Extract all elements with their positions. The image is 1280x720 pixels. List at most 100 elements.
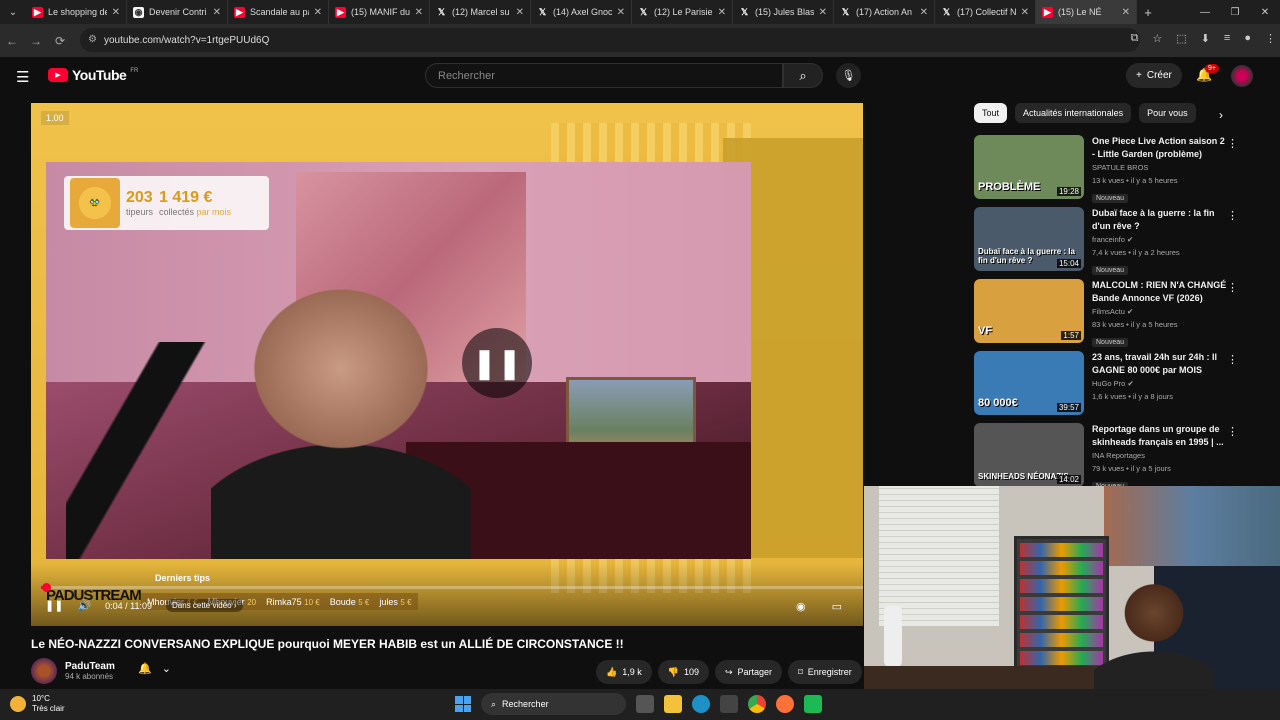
back-icon[interactable]: ← (0, 34, 24, 48)
channel-name[interactable]: HuGo Pro (1092, 379, 1125, 388)
save-button[interactable]: ⌑ Enregistrer (788, 660, 862, 684)
task-view-icon[interactable] (636, 695, 654, 713)
browser-tab[interactable]: ▶ Scandale au pa ✕ (228, 0, 329, 24)
taskbar-search[interactable]: ⌕ Rechercher (481, 693, 626, 715)
reload-icon[interactable]: ⟳ (48, 34, 72, 48)
tab-close-icon[interactable]: ✕ (1122, 7, 1130, 18)
voice-search-button[interactable]: 🎙 (836, 63, 861, 88)
subtitles-icon[interactable]: ▭ (832, 600, 842, 613)
weather-widget[interactable]: 10°C Très clair (10, 694, 65, 714)
account-avatar[interactable] (1231, 65, 1253, 87)
file-explorer-icon[interactable] (664, 695, 682, 713)
search-button[interactable]: ⌕ (783, 63, 823, 88)
browser-tab[interactable]: ▶ (15) MANIF du ✕ (329, 0, 430, 24)
channel-avatar[interactable] (31, 658, 57, 684)
store-icon[interactable] (720, 695, 738, 713)
browser-tab[interactable]: ▶ Le shopping de ✕ (26, 0, 127, 24)
video-player[interactable]: 1.00 🥸 203 tipeurs 1 419 € collectés par… (31, 103, 863, 626)
more-options-icon[interactable]: ⋮ (1227, 425, 1238, 438)
tab-close-icon[interactable]: ✕ (314, 7, 322, 18)
channel-name[interactable]: FilmsActu (1092, 307, 1125, 316)
site-info-icon[interactable]: ⚙ (88, 34, 97, 45)
channel-name[interactable]: PaduTeam (65, 661, 115, 672)
video-thumbnail[interactable]: PROBLÈME 19:28 (974, 135, 1084, 199)
video-thumbnail[interactable]: Dubaï face à la guerre : la fin d'un rêv… (974, 207, 1084, 271)
chrome-icon[interactable] (748, 695, 766, 713)
tab-close-icon[interactable]: ✕ (920, 7, 928, 18)
recommendation-title[interactable]: MALCOLM : RIEN N'A CHANGÉ Bande Annonce … (1092, 279, 1227, 305)
video-thumbnail[interactable]: SKINHEADS NÉONAZIS 14:02 (974, 423, 1084, 487)
browser-tab[interactable]: 𝕏 (17) Action An ✕ (834, 0, 935, 24)
install-icon[interactable]: ⧉ (1131, 32, 1139, 45)
windows-start-icon[interactable] (455, 696, 471, 712)
new-tab-button[interactable]: + (1137, 5, 1159, 20)
browser-tab[interactable]: 𝕏 (17) Collectif N ✕ (935, 0, 1036, 24)
browser-tab[interactable]: 𝕏 (15) Jules Blast ✕ (733, 0, 834, 24)
recommendation-title[interactable]: 23 ans, travail 24h sur 24h : Il GAGNE 8… (1092, 351, 1227, 377)
play-pause-button[interactable]: ❚❚ (45, 599, 63, 612)
close-window-icon[interactable]: ✕ (1250, 7, 1280, 18)
browser-tab[interactable]: ▶ (15) Le NÉ ✕ (1036, 0, 1137, 24)
progress-bar[interactable] (41, 583, 863, 592)
dislike-button[interactable]: 👎 109 (657, 660, 709, 684)
more-options-icon[interactable]: ⋮ (1227, 281, 1238, 294)
browser-tab[interactable]: 𝕏 (14) Axel Gnoc ✕ (531, 0, 632, 24)
center-pause-button[interactable]: ❚❚ (462, 328, 532, 398)
more-options-icon[interactable]: ⋮ (1227, 209, 1238, 222)
like-button[interactable]: 👍 1,9 k (596, 660, 652, 684)
more-options-icon[interactable]: ⋮ (1227, 353, 1238, 366)
edge-icon[interactable] (692, 695, 710, 713)
channel-name[interactable]: INA Reportages (1092, 451, 1145, 460)
download-icon[interactable]: ⬇ (1201, 32, 1210, 45)
tab-search-icon[interactable]: ⌄ (0, 0, 26, 24)
extensions-icon[interactable]: ⬚ (1176, 32, 1186, 45)
menu-icon[interactable]: ⋮ (1265, 32, 1276, 45)
hamburger-menu-icon[interactable]: ☰ (16, 68, 29, 86)
media-icon[interactable]: ≡ (1224, 32, 1230, 45)
progress-scrubber[interactable] (41, 583, 51, 592)
maximize-icon[interactable]: ❐ (1220, 7, 1250, 18)
chevron-right-icon[interactable]: › (1219, 108, 1223, 122)
more-options-icon[interactable]: ⋮ (1227, 137, 1238, 150)
profile-icon[interactable]: ● (1244, 32, 1251, 45)
recommendation-item[interactable]: Dubaï face à la guerre : la fin d'un rêv… (974, 207, 1244, 279)
youtube-logo[interactable]: ▶ YouTube FR (48, 67, 138, 83)
chapter-button[interactable]: Dans cette vidéo › (166, 599, 243, 612)
autoplay-toggle[interactable]: ◉ (796, 600, 806, 613)
filter-chip[interactable]: Pour vous (1139, 103, 1196, 123)
filter-chip[interactable]: Tout (974, 103, 1008, 123)
tab-close-icon[interactable]: ✕ (516, 7, 524, 18)
tab-close-icon[interactable]: ✕ (617, 7, 625, 18)
video-thumbnail[interactable]: 80 000€ 39:57 (974, 351, 1084, 415)
recommendation-title[interactable]: One Piece Live Action saison 2 - Little … (1092, 135, 1227, 161)
recommendation-item[interactable]: PROBLÈME 19:28 One Piece Live Action saiso… (974, 135, 1244, 207)
recommendation-item[interactable]: 80 000€ 39:57 23 ans, travail 24h sur 24h … (974, 351, 1244, 423)
forward-icon[interactable]: → (24, 34, 48, 48)
browser-tab[interactable]: 𝕏 (12) Le Parisie ✕ (632, 0, 733, 24)
recommendation-item[interactable]: VF 1:57 MALCOLM : RIEN N'A CHANGÉ Bande An… (974, 279, 1244, 351)
share-button[interactable]: ↪ Partager (714, 660, 783, 684)
filter-chip[interactable]: Actualités internationales (1015, 103, 1132, 123)
channel-name[interactable]: SPATULE BROS (1092, 163, 1148, 172)
recommendation-title[interactable]: Dubaï face à la guerre : la fin d'un rêv… (1092, 207, 1227, 233)
recommendation-item[interactable]: SKINHEADS NÉONAZIS 14:02 Reportage dans un… (974, 423, 1244, 495)
create-button[interactable]: + Créer (1126, 63, 1182, 88)
browser-tab[interactable]: ◉ Devenir Contri ✕ (127, 0, 228, 24)
channel-name[interactable]: franceinfo (1092, 235, 1125, 244)
browser-tab[interactable]: 𝕏 (12) Marcel su ✕ (430, 0, 531, 24)
video-thumbnail[interactable]: VF 1:57 (974, 279, 1084, 343)
volume-icon[interactable]: 🔊 (77, 599, 91, 612)
subscription-bell-button[interactable]: 🔔 ⌄ (138, 662, 171, 675)
tab-close-icon[interactable]: ✕ (1021, 7, 1029, 18)
tab-close-icon[interactable]: ✕ (112, 7, 120, 18)
app-icon[interactable] (804, 695, 822, 713)
firefox-icon[interactable] (776, 695, 794, 713)
url-field[interactable]: ⚙ youtube.com/watch?v=1rtgePUUd6Q (80, 28, 1140, 52)
recommendation-title[interactable]: Reportage dans un groupe de skinheads fr… (1092, 423, 1227, 449)
search-input[interactable]: Rechercher (425, 63, 783, 88)
tab-close-icon[interactable]: ✕ (415, 7, 423, 18)
tab-close-icon[interactable]: ✕ (718, 7, 726, 18)
tab-close-icon[interactable]: ✕ (213, 7, 221, 18)
bookmark-star-icon[interactable]: ☆ (1152, 32, 1162, 45)
minimize-icon[interactable]: — (1190, 7, 1220, 18)
